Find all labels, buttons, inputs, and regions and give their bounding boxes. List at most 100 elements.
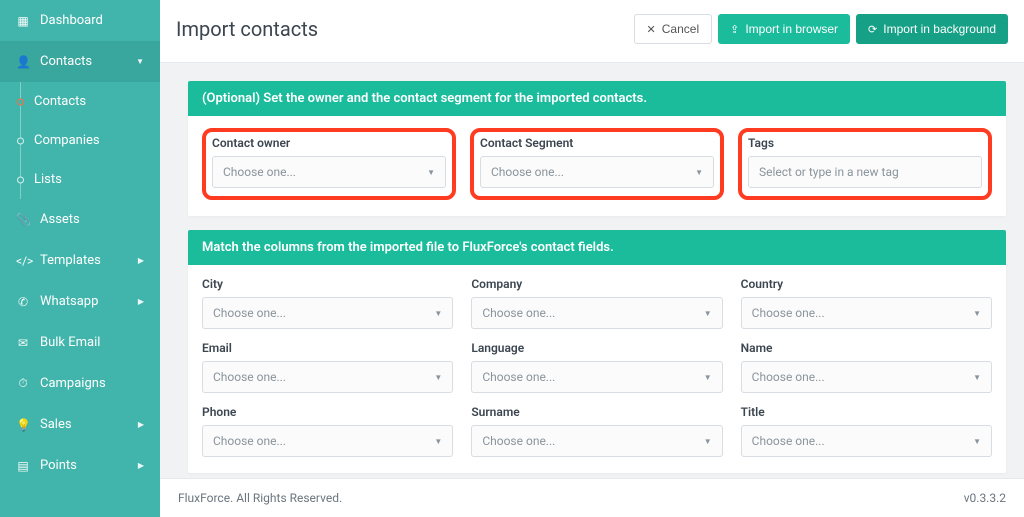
clock-icon: ⏱ — [16, 376, 30, 391]
map-field-select[interactable]: Choose one... ▼ — [471, 425, 722, 457]
contact-segment-select[interactable]: Choose one... ▼ — [480, 156, 714, 188]
select-placeholder: Choose one... — [223, 165, 296, 179]
sidebar-item-assets[interactable]: 📎 Assets — [0, 199, 160, 240]
select-placeholder: Choose one... — [482, 434, 555, 448]
select-placeholder: Choose one... — [752, 306, 825, 320]
caret-down-icon: ▼ — [434, 437, 442, 446]
sidebar-item-templates[interactable]: </> Templates ▶ — [0, 240, 160, 281]
close-icon: ✕ — [647, 23, 656, 36]
field-contact-segment: Contact Segment Choose one... ▼ — [470, 128, 724, 200]
map-field: Phone Choose one... ▼ — [202, 405, 453, 457]
select-placeholder: Choose one... — [482, 306, 555, 320]
field-contact-owner: Contact owner Choose one... ▼ — [202, 128, 456, 200]
sidebar-item-label: Campaigns — [40, 376, 106, 391]
map-field-select[interactable]: Choose one... ▼ — [202, 425, 453, 457]
upload-icon: ⇪ — [730, 23, 739, 36]
select-placeholder: Choose one... — [482, 370, 555, 384]
lightbulb-icon: 💡 — [16, 418, 30, 432]
sidebar-item-label: Companies — [34, 133, 100, 148]
map-field-select[interactable]: Choose one... ▼ — [741, 297, 992, 329]
caret-down-icon: ▼ — [434, 309, 442, 318]
button-label: Cancel — [662, 22, 699, 36]
caret-down-icon: ▼ — [704, 373, 712, 382]
select-placeholder: Choose one... — [752, 370, 825, 384]
code-icon: </> — [16, 254, 30, 268]
field-label: Title — [741, 405, 992, 419]
map-field-select[interactable]: Choose one... ▼ — [202, 361, 453, 393]
bullet-icon — [17, 176, 24, 183]
caret-down-icon: ▼ — [704, 437, 712, 446]
panel-field-mapping: Match the columns from the imported file… — [188, 230, 1006, 473]
import-background-button[interactable]: ⟳ Import in background — [856, 14, 1008, 44]
map-field: Country Choose one... ▼ — [741, 277, 992, 329]
page-title: Import contacts — [176, 17, 318, 41]
envelope-icon: ✉ — [16, 336, 30, 350]
sidebar-item-contacts[interactable]: 👤 Contacts ▼ — [0, 41, 160, 82]
field-label: Tags — [748, 136, 982, 150]
footer-version: v0.3.3.2 — [964, 491, 1006, 505]
caret-down-icon: ▼ — [973, 309, 981, 318]
import-browser-button[interactable]: ⇪ Import in browser — [718, 14, 850, 44]
button-label: Import in browser — [745, 22, 838, 36]
chevron-right-icon: ▶ — [138, 420, 144, 429]
user-icon: 👤 — [16, 55, 30, 69]
button-label: Import in background — [883, 22, 996, 36]
select-placeholder: Choose one... — [491, 165, 564, 179]
bars-icon: ▤ — [16, 459, 30, 473]
map-field: Name Choose one... ▼ — [741, 341, 992, 393]
sidebar-item-sales[interactable]: 💡 Sales ▶ — [0, 404, 160, 445]
sidebar-item-label: Lists — [34, 172, 62, 187]
field-label: Country — [741, 277, 992, 291]
contact-owner-select[interactable]: Choose one... ▼ — [212, 156, 446, 188]
map-field-select[interactable]: Choose one... ▼ — [471, 297, 722, 329]
chevron-down-icon: ▼ — [136, 57, 144, 66]
caret-down-icon: ▼ — [973, 373, 981, 382]
chevron-right-icon: ▶ — [138, 256, 144, 265]
select-placeholder: Choose one... — [213, 434, 286, 448]
caret-down-icon: ▼ — [434, 373, 442, 382]
map-field-select[interactable]: Choose one... ▼ — [741, 361, 992, 393]
sidebar-subitem-contacts[interactable]: Contacts — [0, 82, 160, 121]
paperclip-icon: 📎 — [16, 213, 30, 227]
map-field-select[interactable]: Choose one...▼ — [202, 297, 453, 329]
map-field-select[interactable]: Choose one...▼ — [741, 425, 992, 457]
field-label: Phone — [202, 405, 453, 419]
map-field: Company Choose one... ▼ — [471, 277, 722, 329]
footer-copyright: FluxForce. All Rights Reserved. — [178, 491, 342, 505]
panel-owner-segment: (Optional) Set the owner and the contact… — [188, 81, 1006, 216]
bullet-icon — [17, 98, 24, 105]
footer: FluxForce. All Rights Reserved. v0.3.3.2 — [160, 478, 1024, 517]
panel-title: Match the columns from the imported file… — [188, 230, 1006, 265]
sidebar-item-label: Templates — [40, 253, 101, 268]
select-placeholder: Choose one... — [213, 370, 286, 384]
sidebar-item-label: Contacts — [34, 94, 86, 109]
sidebar-subnav-contacts: Contacts Companies Lists — [0, 82, 160, 199]
field-label: Contact Segment — [480, 136, 714, 150]
sidebar-item-label: Points — [40, 458, 77, 473]
field-label: Name — [741, 341, 992, 355]
sidebar-item-whatsapp[interactable]: ✆ Whatsapp ▶ — [0, 281, 160, 322]
topbar: Import contacts ✕ Cancel ⇪ Import in bro… — [160, 0, 1024, 63]
map-field: Title Choose one...▼ — [741, 405, 992, 457]
field-label: Contact owner — [212, 136, 446, 150]
sidebar-subitem-lists[interactable]: Lists — [0, 160, 160, 199]
sidebar-item-label: Whatsapp — [40, 294, 98, 309]
map-field: EmailChoose one...▼ — [202, 341, 453, 393]
sidebar-subitem-companies[interactable]: Companies — [0, 121, 160, 160]
caret-down-icon: ▼ — [427, 168, 435, 177]
sidebar-item-label: Assets — [40, 212, 80, 227]
sidebar-item-dashboard[interactable]: ▦ Dashboard — [0, 0, 160, 41]
sidebar-item-label: Sales — [40, 417, 72, 432]
sidebar-item-campaigns[interactable]: ⏱ Campaigns — [0, 363, 160, 404]
map-field: CityChoose one...▼ — [202, 277, 453, 329]
map-field-select[interactable]: Choose one... ▼ — [471, 361, 722, 393]
input-placeholder: Select or type in a new tag — [759, 165, 899, 179]
cancel-button[interactable]: ✕ Cancel — [634, 14, 713, 44]
caret-down-icon: ▼ — [704, 309, 712, 318]
field-label: Language — [471, 341, 722, 355]
tags-input[interactable]: Select or type in a new tag — [748, 156, 982, 188]
main-area: Import contacts ✕ Cancel ⇪ Import in bro… — [160, 0, 1024, 517]
field-label: Company — [471, 277, 722, 291]
sidebar-item-bulk-email[interactable]: ✉ Bulk Email — [0, 322, 160, 363]
sidebar-item-points[interactable]: ▤ Points ▶ — [0, 445, 160, 486]
